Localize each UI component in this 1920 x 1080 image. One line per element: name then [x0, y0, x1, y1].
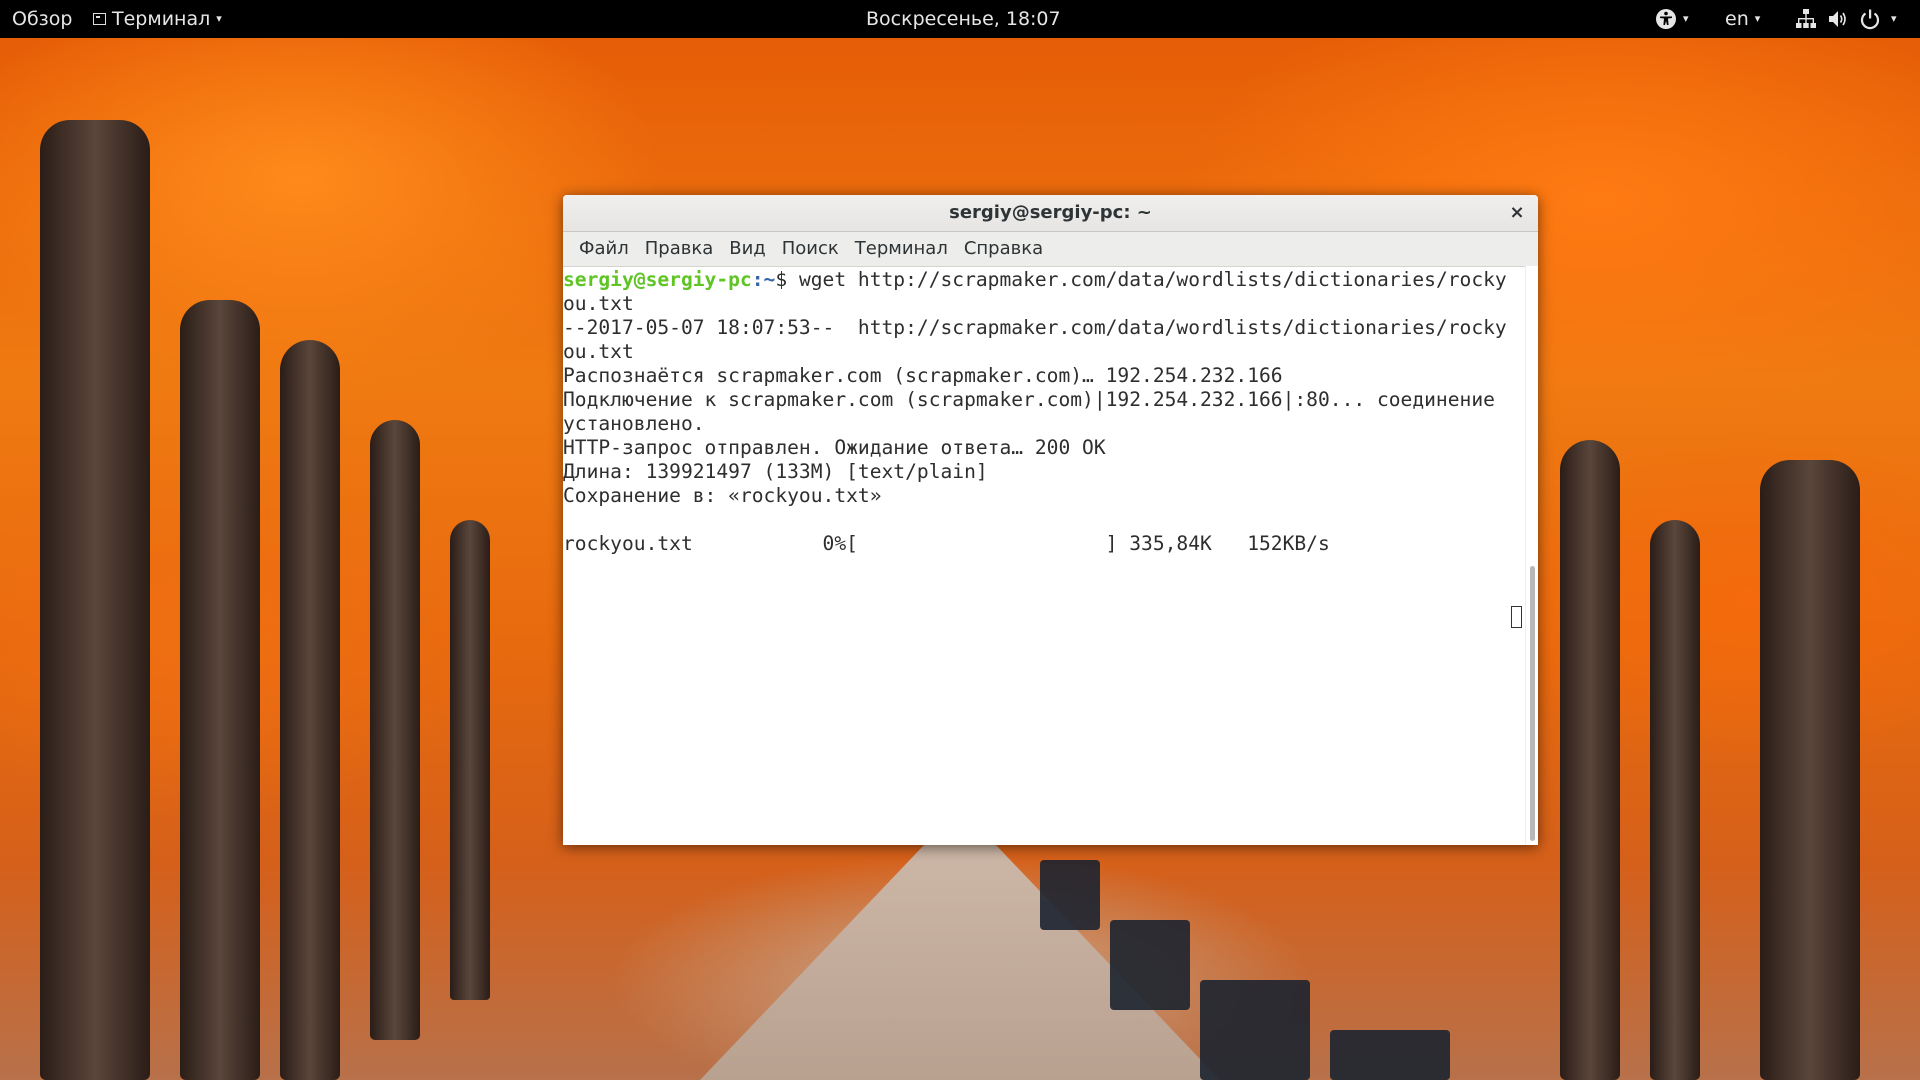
accessibility-menu-button[interactable]: ▾ — [1655, 0, 1689, 38]
chevron-down-icon: ▾ — [1754, 12, 1761, 25]
prompt-symbol: $ — [775, 268, 799, 291]
terminal-window[interactable]: sergiy@sergiy-pc: ~ × Файл Правка Вид По… — [563, 195, 1538, 845]
tree-trunk — [180, 300, 260, 1080]
chevron-down-icon: ▾ — [216, 12, 222, 25]
prompt-user: sergiy@sergiy-pc — [563, 268, 752, 291]
bench — [1330, 1030, 1450, 1080]
language-label: en — [1725, 8, 1749, 30]
menu-view[interactable]: Вид — [721, 232, 774, 266]
network-icon — [1796, 9, 1816, 28]
output-line: Длина: 139921497 (133M) [text/plain] — [563, 460, 988, 483]
chevron-down-icon: ▾ — [1683, 12, 1689, 25]
clock-label: Воскресенье, 18:07 — [866, 8, 1061, 30]
terminal-icon — [93, 13, 106, 25]
language-button[interactable]: en ▾ — [1725, 0, 1760, 38]
menu-bar: Файл Правка Вид Поиск Терминал Справка — [563, 232, 1538, 267]
progress-line: rockyou.txt 0%[ ] 335,84K 152KB/s — [563, 532, 1330, 555]
menu-file[interactable]: Файл — [571, 232, 637, 266]
output-line: Подключение к scrapmaker.com (scrapmaker… — [563, 388, 1495, 411]
command-text: wget http://scrapmaker.com/data/wordlist… — [798, 268, 1507, 291]
activities-label: Обзор — [12, 8, 73, 30]
tree-trunk — [280, 340, 340, 1080]
prompt-path: :~ — [751, 268, 776, 291]
menu-edit[interactable]: Правка — [637, 232, 722, 266]
terminal-output[interactable]: sergiy@sergiy-pc:~$ wget http://scrapmak… — [563, 266, 1526, 845]
window-title: sergiy@sergiy-pc: ~ — [949, 202, 1152, 223]
activities-button[interactable]: Обзор — [12, 0, 72, 38]
tree-trunk — [370, 420, 420, 1040]
scrollbar-thumb[interactable] — [1530, 566, 1535, 841]
system-menu-button[interactable]: ▾ — [1795, 0, 1897, 38]
bench — [1110, 920, 1190, 1010]
tree-trunk — [1650, 520, 1700, 1080]
tree-trunk — [450, 520, 490, 1000]
bench — [1040, 860, 1100, 930]
menu-search[interactable]: Поиск — [774, 232, 847, 266]
clock-button[interactable]: Воскресенье, 18:07 — [866, 0, 1061, 38]
top-bar: Обзор Терминал ▾ Воскресенье, 18:07 ▾ en… — [0, 0, 1920, 38]
close-icon[interactable]: × — [1506, 195, 1528, 231]
output-line: HTTP-запрос отправлен. Ожидание ответа… … — [563, 436, 1106, 459]
app-menu-button[interactable]: Терминал ▾ — [93, 0, 222, 38]
volume-icon — [1829, 11, 1846, 27]
output-line: установлено. — [563, 412, 705, 435]
window-titlebar[interactable]: sergiy@sergiy-pc: ~ × — [563, 195, 1538, 232]
tree-trunk — [1760, 460, 1860, 1080]
menu-terminal[interactable]: Терминал — [847, 232, 956, 266]
tree-trunk — [1560, 440, 1620, 1080]
power-icon — [1860, 9, 1880, 30]
chevron-down-icon: ▾ — [1891, 12, 1897, 25]
output-line: ou.txt — [563, 292, 634, 315]
output-line: ou.txt — [563, 340, 634, 363]
output-line: Сохранение в: «rockyou.txt» — [563, 484, 882, 507]
terminal-cursor — [1511, 606, 1522, 628]
app-menu-label: Терминал — [112, 8, 211, 30]
command-line: sergiy@sergiy-pc:~$ wget http://scrapmak… — [563, 268, 1526, 292]
tree-trunk — [40, 120, 150, 1080]
output-line: --2017-05-07 18:07:53-- http://scrapmake… — [563, 316, 1507, 339]
menu-help[interactable]: Справка — [956, 232, 1051, 266]
accessibility-icon — [1656, 9, 1676, 29]
bench — [1200, 980, 1310, 1080]
output-line: Распознаётся scrapmaker.com (scrapmaker.… — [563, 364, 1283, 387]
terminal-scrollbar[interactable] — [1525, 266, 1538, 845]
